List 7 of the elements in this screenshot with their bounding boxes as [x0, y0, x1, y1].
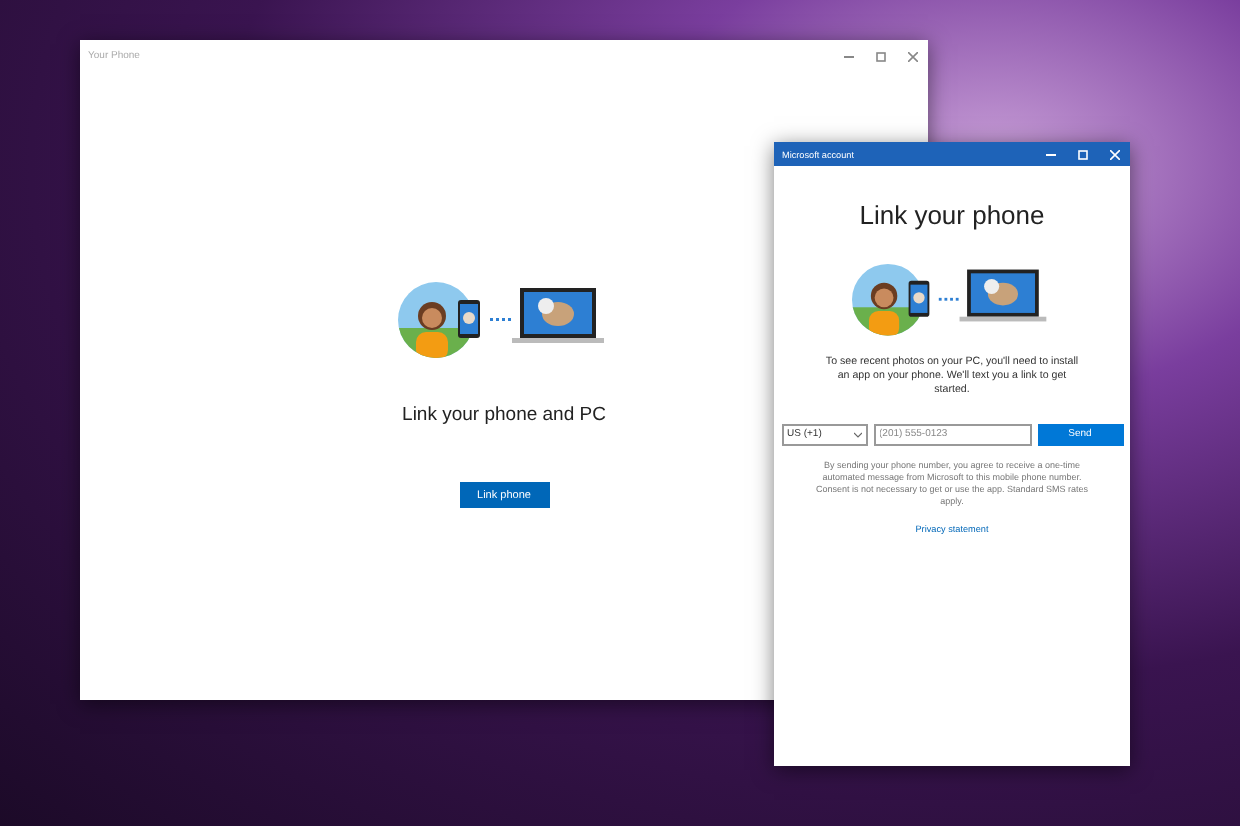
minimize-icon[interactable] — [843, 55, 853, 57]
heading: Link your phone and PC — [402, 404, 606, 426]
close-icon[interactable] — [907, 51, 917, 61]
minimize-icon[interactable] — [1045, 153, 1055, 155]
maximize-icon[interactable] — [875, 51, 885, 61]
heading: Link your phone — [859, 200, 1045, 230]
chevron-down-icon — [853, 431, 861, 438]
